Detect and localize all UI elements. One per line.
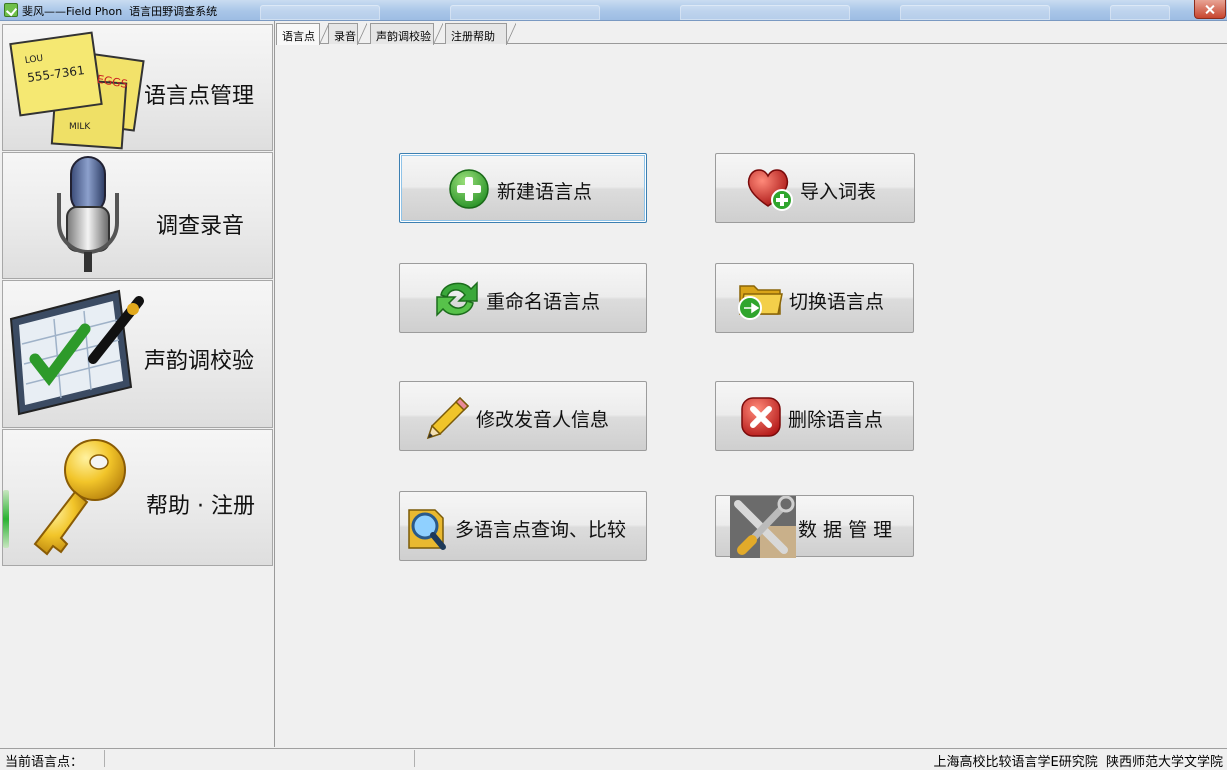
sticky-notes-icon: LOU 555-7361 EGGS MILK (9, 31, 145, 150)
red-heart-add-icon (747, 169, 793, 211)
left-navigation: LOU 555-7361 EGGS MILK 语言点管理 调查录音 声韵调校验 … (0, 21, 275, 747)
nav-label: 声韵调校验 (144, 349, 255, 374)
button-label: 新建语言点 (497, 181, 593, 203)
data-manage-button[interactable]: 数 据 管 理 (715, 495, 914, 558)
tab-point[interactable]: 语言点 (276, 23, 329, 45)
pencil-icon (426, 396, 470, 440)
app-icon[interactable] (4, 3, 18, 17)
current-point-label: 当前语言点： (5, 755, 84, 770)
delete-point-button[interactable]: 删除语言点 (715, 381, 914, 451)
nav-item-tone-check[interactable]: 声韵调校验 (2, 280, 273, 428)
switch-point-button[interactable]: 切换语言点 (715, 263, 914, 333)
tab-label: 声韵调校验 (376, 30, 431, 43)
microphone-icon (57, 156, 119, 272)
edit-speaker-button[interactable]: 修改发音人信息 (399, 381, 647, 451)
title-bar: 斐风——Field Phon 语言田野调查系统 (0, 0, 1227, 21)
new-point-button[interactable]: 新建语言点 (399, 153, 647, 223)
svg-text:MILK: MILK (69, 122, 91, 132)
red-x-icon (741, 397, 781, 437)
nav-item-recording[interactable]: 调查录音 (2, 152, 273, 279)
tab-recording[interactable]: 录音 (328, 23, 367, 45)
nav-label: 帮助 · 注册 (146, 494, 255, 519)
button-label: 导入词表 (800, 181, 877, 203)
rename-point-button[interactable]: 重命名语言点 (399, 263, 647, 333)
status-bar: 当前语言点： 上海高校比较语言学E研究院 陕西师范大学文学院 (0, 748, 1227, 770)
query-compare-button[interactable]: 多语言点查询、比较 (399, 491, 647, 561)
close-button[interactable] (1194, 0, 1226, 19)
tab-register-help[interactable]: 注册帮助 (445, 23, 516, 45)
button-label: 多语言点查询、比较 (455, 519, 627, 541)
tab-label: 录音 (334, 30, 356, 43)
tab-label: 语言点 (282, 30, 315, 43)
scroll-indicator (3, 490, 9, 548)
import-wordlist-button[interactable]: 导入词表 (715, 153, 915, 223)
button-label: 切换语言点 (789, 291, 885, 313)
button-label: 修改发音人信息 (476, 409, 610, 431)
checklist-pen-icon (9, 289, 144, 416)
nav-label: 语言点管理 (144, 84, 255, 109)
nav-label: 调查录音 (156, 214, 245, 239)
window-title: 斐风——Field Phon 语言田野调查系统 (22, 5, 218, 18)
tab-strip: 语言点 录音 声韵调校验 注册帮助 (276, 21, 1227, 45)
tab-label: 注册帮助 (451, 30, 495, 43)
key-icon (33, 439, 126, 556)
folder-arrow-icon (738, 285, 783, 320)
organization-text: 上海高校比较语言学E研究院 陕西师范大学文学院 (933, 755, 1223, 770)
tools-icon (730, 496, 796, 558)
button-label: 删除语言点 (788, 409, 884, 431)
tab-tone-check[interactable]: 声韵调校验 (370, 23, 443, 45)
nav-item-point-management[interactable]: LOU 555-7361 EGGS MILK 语言点管理 (2, 24, 273, 151)
magnifier-icon (408, 509, 446, 550)
green-plus-icon (449, 169, 489, 209)
button-label: 数 据 管 理 (798, 519, 893, 541)
background-taskbar-tabs (250, 2, 1190, 20)
green-refresh-icon (436, 281, 478, 317)
main-panel: 新建语言点 导入词表 重命名语言点 切换语言点 修改发音人信息 删除语言点 多语… (276, 44, 1227, 747)
button-label: 重命名语言点 (486, 291, 601, 313)
nav-item-help-register[interactable]: 帮助 · 注册 (2, 429, 273, 566)
